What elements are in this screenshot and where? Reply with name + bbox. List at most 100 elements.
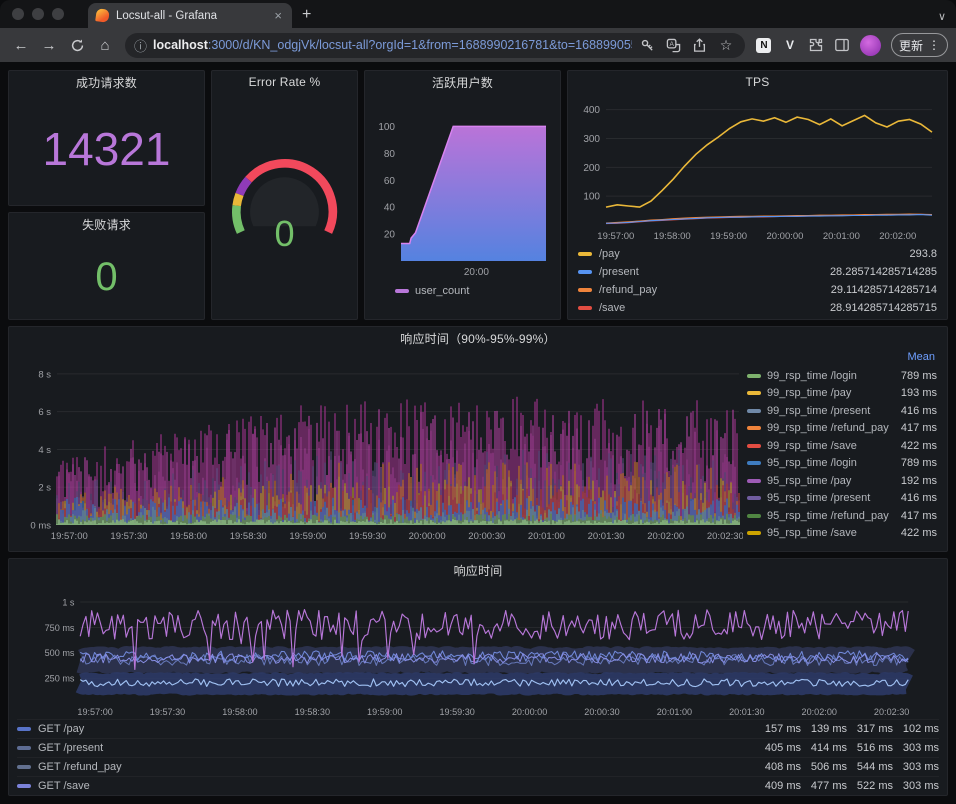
bookmark-star-icon[interactable]: ☆: [716, 37, 736, 54]
series-name[interactable]: 99_rsp_time /login: [767, 370, 857, 382]
svg-text:19:57:00: 19:57:00: [77, 707, 112, 717]
extensions-puzzle-icon[interactable]: [804, 33, 828, 57]
svg-text:20:00: 20:00: [464, 267, 489, 278]
series-name[interactable]: GET /save: [38, 780, 90, 792]
series-value: 192 ms: [901, 475, 937, 487]
series-name[interactable]: /present: [599, 266, 639, 278]
legend-item[interactable]: /present28.285714285714285: [576, 263, 939, 281]
legend-item[interactable]: 99_rsp_time /refund_pay417 ms: [747, 420, 937, 438]
series-name[interactable]: 95_rsp_time /present: [767, 492, 870, 504]
series-name[interactable]: GET /present: [38, 742, 103, 754]
error-rate-gauge[interactable]: 0: [220, 134, 349, 279]
series-color-swatch: [747, 409, 761, 413]
tab-close-icon[interactable]: ×: [272, 9, 284, 22]
svg-text:80: 80: [384, 149, 396, 160]
series-color-swatch: [17, 727, 31, 731]
series-name[interactable]: 99_rsp_time /refund_pay: [767, 422, 889, 434]
series-value: 139 ms: [801, 723, 847, 735]
panel-title[interactable]: 成功请求数: [9, 71, 204, 93]
series-name[interactable]: 99_rsp_time /save: [767, 440, 857, 452]
window-minimize-button[interactable]: [32, 8, 44, 20]
svg-text:0 ms: 0 ms: [30, 521, 51, 532]
panel-title[interactable]: 失败请求: [9, 213, 204, 235]
series-name[interactable]: GET /refund_pay: [38, 761, 122, 773]
svg-text:40: 40: [384, 203, 396, 214]
series-color-swatch: [17, 765, 31, 769]
legend-item[interactable]: /save 28.914285714285715: [576, 299, 939, 317]
series-name[interactable]: 99_rsp_time /present: [767, 405, 870, 417]
back-button[interactable]: ←: [8, 32, 34, 58]
translate-icon[interactable]: A: [664, 38, 684, 53]
series-name[interactable]: GET /pay: [38, 723, 84, 735]
new-tab-button[interactable]: +: [302, 6, 311, 24]
panel-title[interactable]: 活跃用户数: [365, 71, 560, 93]
series-name[interactable]: /save: [599, 302, 625, 314]
legend-item[interactable]: 99_rsp_time /save422 ms: [747, 437, 937, 455]
legend-item[interactable]: user_count: [373, 281, 552, 301]
notion-extension-icon[interactable]: N: [752, 33, 776, 57]
series-name[interactable]: 95_rsp_time /save: [767, 527, 857, 539]
panel-title[interactable]: 响应时间: [9, 559, 947, 581]
chrome-update-button[interactable]: 更新 ⋮: [891, 33, 948, 57]
profile-avatar[interactable]: [860, 35, 881, 56]
series-name[interactable]: user_count: [415, 285, 469, 297]
legend-item[interactable]: 99_rsp_time /pay193 ms: [747, 385, 937, 403]
tab-search-chevron-icon[interactable]: ∨: [938, 10, 946, 23]
legend-item[interactable]: 99_rsp_time /login 789 ms: [747, 367, 937, 385]
url-bar[interactable]: ⓘ localhost:3000/d/KN_odgjVk/locsut-all?…: [125, 33, 745, 58]
svg-text:300: 300: [583, 134, 600, 145]
series-color-swatch: [747, 479, 761, 483]
legend-item[interactable]: 95_rsp_time /pay 192 ms: [747, 472, 937, 490]
forward-button[interactable]: →: [36, 32, 62, 58]
series-name[interactable]: 95_rsp_time /login: [767, 457, 857, 469]
legend-item[interactable]: 95_rsp_time /refund_pay417 ms: [747, 507, 937, 525]
reload-button[interactable]: [64, 32, 90, 58]
window-zoom-button[interactable]: [52, 8, 64, 20]
legend-mean-header[interactable]: Mean: [747, 351, 937, 367]
legend-item[interactable]: GET /present405 ms414 ms516 ms303 ms: [17, 738, 939, 757]
series-value: 789 ms: [901, 370, 937, 382]
legend-item[interactable]: /pay293.8: [576, 245, 939, 263]
window-close-button[interactable]: [12, 8, 24, 20]
legend-item[interactable]: GET /save409 ms477 ms522 ms303 ms: [17, 776, 939, 795]
panel-failed-requests: 失败请求 0: [8, 212, 205, 320]
series-name[interactable]: 95_rsp_time /pay: [767, 475, 851, 487]
svg-text:60: 60: [384, 176, 396, 187]
home-button[interactable]: ⌂: [92, 32, 118, 58]
panel-title[interactable]: 响应时间（90%-95%-99%）: [9, 327, 947, 349]
series-color-swatch: [747, 461, 761, 465]
url-path: :3000/d/KN_odgjVk/locsut-all?orgId=1&fro…: [208, 38, 632, 52]
legend-item[interactable]: 95_rsp_time /save422 ms: [747, 525, 937, 543]
grafana-favicon-icon: [95, 8, 110, 23]
response-time-percentiles-chart[interactable]: 0 ms2 s4 s6 s8 s19:57:0019:57:3019:58:00…: [17, 349, 743, 545]
password-key-icon[interactable]: [638, 38, 658, 53]
tps-chart[interactable]: 10020030040019:57:0019:58:0019:59:0020:0…: [576, 93, 938, 245]
share-icon[interactable]: [690, 38, 710, 53]
legend-item[interactable]: 99_rsp_time /present416 ms: [747, 402, 937, 420]
vue-devtools-extension-icon[interactable]: V: [778, 33, 802, 57]
legend-item[interactable]: GET /pay157 ms139 ms317 ms102 ms: [17, 719, 939, 738]
series-name[interactable]: 95_rsp_time /refund_pay: [767, 510, 889, 522]
legend-item[interactable]: GET /refund_pay408 ms506 ms544 ms303 ms: [17, 757, 939, 776]
info-icon[interactable]: ⓘ: [134, 36, 147, 55]
series-name[interactable]: /pay: [599, 248, 620, 260]
response-time-chart[interactable]: 250 ms500 ms750 ms1 s19:57:0019:57:3019:…: [17, 581, 935, 719]
browser-menu-icon[interactable]: ⋮: [928, 38, 940, 52]
legend-item[interactable]: 95_rsp_time /present416 ms: [747, 490, 937, 508]
legend-item[interactable]: 95_rsp_time /login789 ms: [747, 455, 937, 473]
series-name[interactable]: /refund_pay: [599, 284, 657, 296]
svg-text:19:57:00: 19:57:00: [597, 231, 634, 242]
panel-response-time-percentiles: 响应时间（90%-95%-99%） 0 ms2 s4 s6 s8 s19:57:…: [8, 326, 948, 552]
series-value: 28.914285714285715: [830, 302, 937, 314]
legend-item[interactable]: /refund_pay29.114285714285714: [576, 281, 939, 299]
panel-title[interactable]: Error Rate %: [212, 71, 357, 93]
url-text[interactable]: localhost:3000/d/KN_odgjVk/locsut-all?or…: [153, 38, 632, 52]
panel-title[interactable]: TPS: [568, 71, 947, 93]
panel-error-rate-gauge: Error Rate % 0: [211, 70, 358, 320]
side-panel-icon[interactable]: [830, 33, 854, 57]
browser-tab[interactable]: Locsut-all - Grafana ×: [88, 3, 292, 28]
series-value: 303 ms: [893, 780, 939, 792]
svg-text:2 s: 2 s: [38, 483, 51, 494]
series-name[interactable]: 99_rsp_time /pay: [767, 387, 851, 399]
active-users-chart[interactable]: 2040608010020:00: [373, 93, 552, 281]
